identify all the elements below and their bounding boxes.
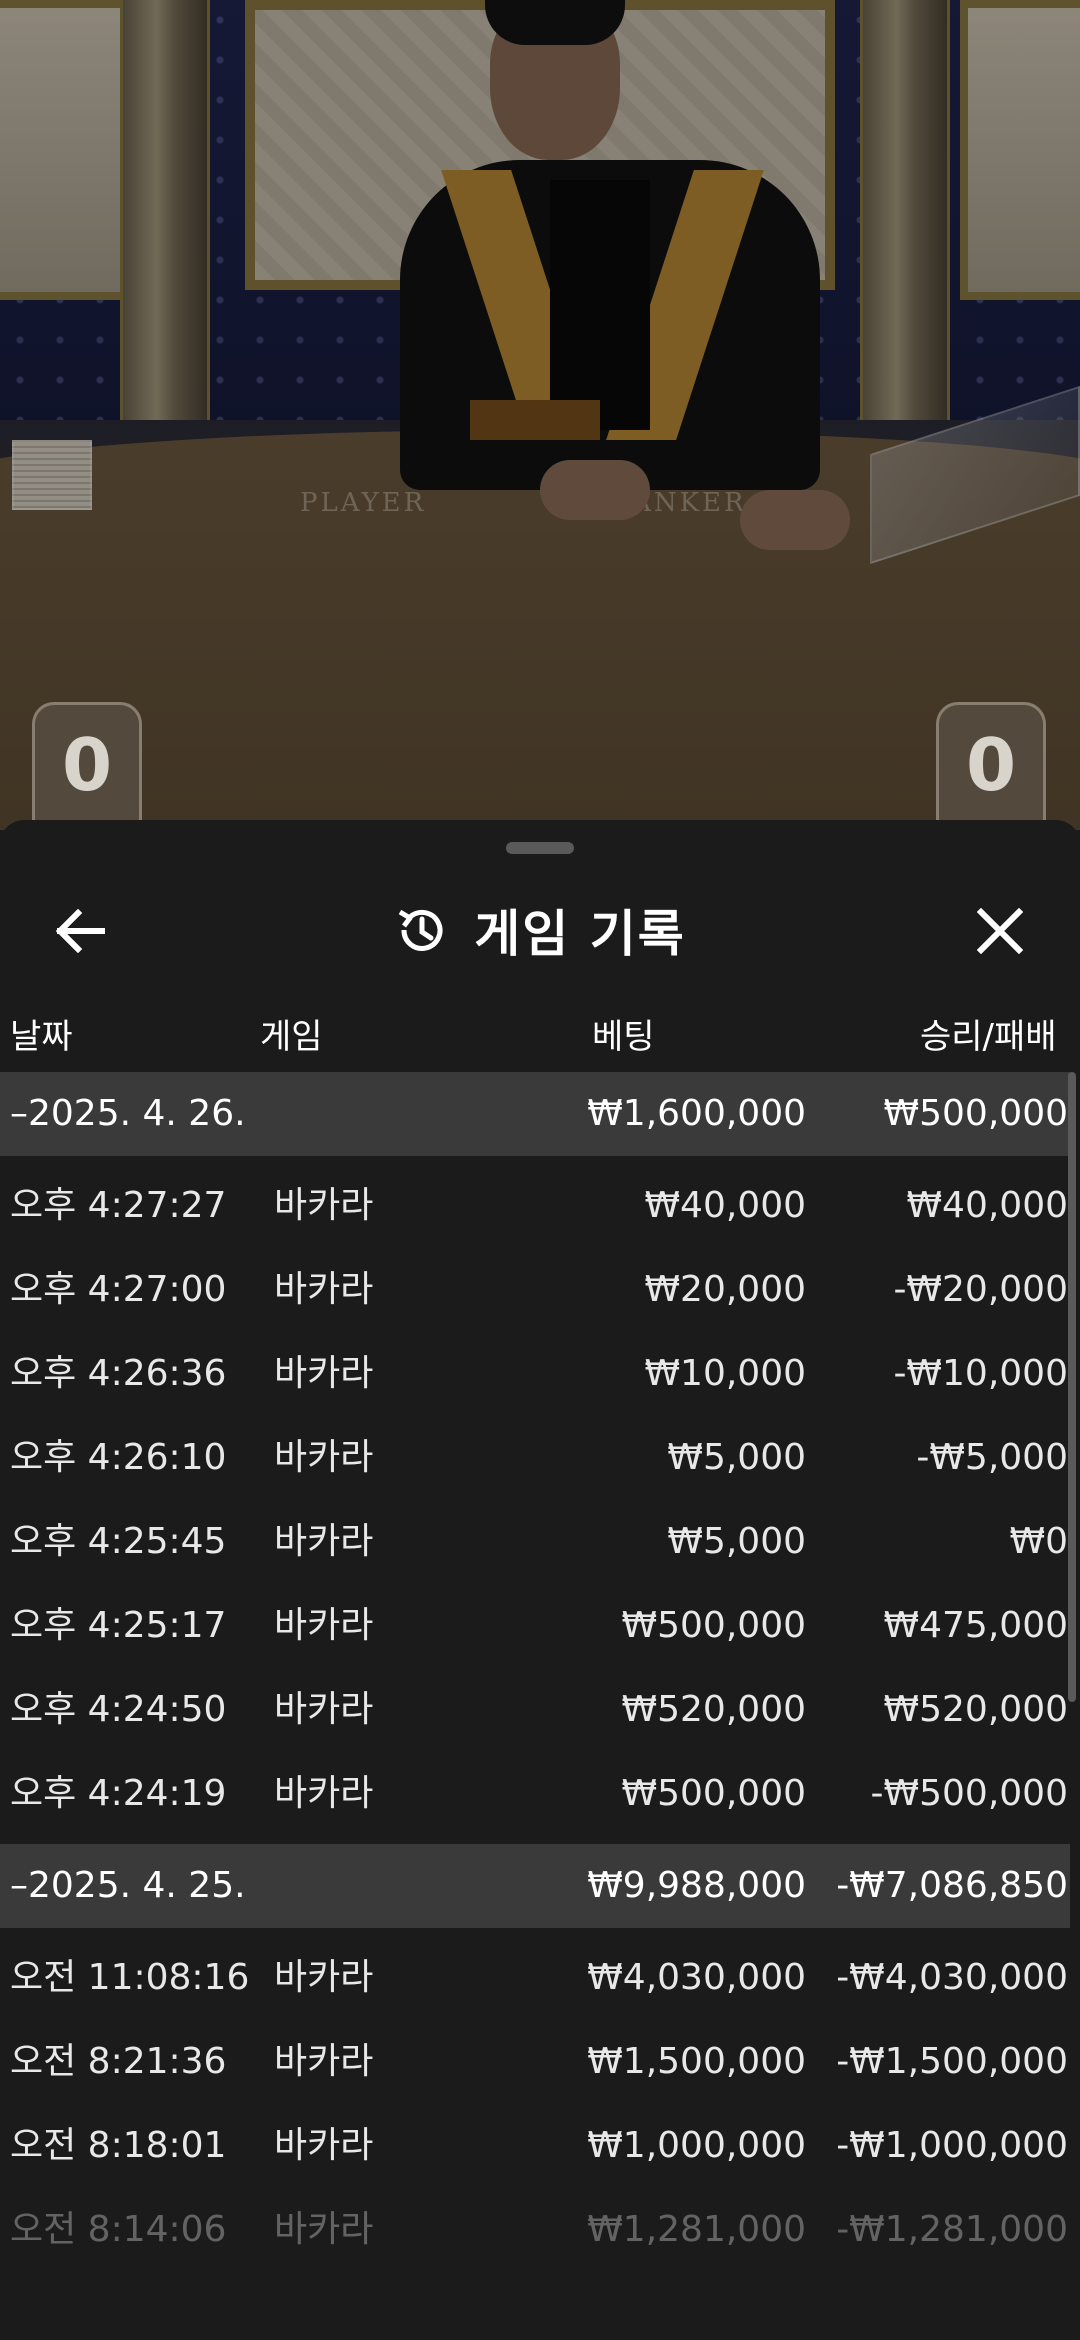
row-game: 바카라 [274,1605,374,1646]
table-row[interactable]: 오전 8:18:01 바카라 ₩1,000,000 -₩1,000,000 [0,2104,1070,2188]
row-game: 바카라 [274,1269,374,1310]
group-total-bet: ₩1,600,000 [587,1093,806,1134]
date-group-header[interactable]: –2025. 4. 26. ₩1,600,000 ₩500,000 [0,1072,1070,1156]
scrollbar[interactable] [1068,1072,1076,1702]
row-bet: ₩5,000 [667,1521,806,1562]
row-game: 바카라 [274,1353,374,1394]
sheet-drag-handle[interactable] [506,842,574,854]
row-bet: ₩500,000 [621,1773,806,1814]
table-row[interactable]: 오후 4:26:10 바카라 ₩5,000 -₩5,000 [0,1416,1070,1500]
row-bet: ₩5,000 [667,1437,806,1478]
sheet-title-group: 게임 기록 [0,890,1080,970]
page-title: 게임 기록 [474,905,686,963]
row-result: -₩20,000 [893,1269,1068,1310]
column-header-date: 날짜 [10,1017,73,1057]
group-total-result: ₩500,000 [883,1093,1068,1134]
table-row[interactable]: 오후 4:24:19 바카라 ₩500,000 -₩500,000 [0,1752,1070,1836]
row-game: 바카라 [274,1773,374,1814]
column-header-result: 승리/패배 [920,1017,1057,1057]
row-result: -₩500,000 [870,1773,1068,1814]
table-row[interactable]: 오후 4:24:50 바카라 ₩520,000 ₩520,000 [0,1668,1070,1752]
row-time: 오후 4:25:17 [10,1605,227,1646]
row-game: 바카라 [274,1185,374,1226]
row-bet: ₩4,030,000 [587,1957,806,1998]
row-time: 오후 4:25:45 [10,1521,227,1562]
game-history-sheet: 게임 기록 날짜 게임 베팅 승리/패배 –2025. 4. 26. ₩1,60… [0,820,1080,2340]
row-time: 오후 4:24:19 [10,1773,227,1814]
table-row[interactable]: 오전 11:08:16 바카라 ₩4,030,000 -₩4,030,000 [0,1936,1070,2020]
row-time: 오전 8:14:06 [10,2209,227,2250]
row-result: -₩4,030,000 [836,1957,1068,1998]
group-date: –2025. 4. 26. [10,1093,246,1134]
row-game: 바카라 [274,1957,374,1998]
row-bet: ₩1,281,000 [587,2209,806,2250]
row-result: -₩1,000,000 [836,2125,1068,2166]
close-icon [977,908,1023,954]
date-group-header[interactable]: –2025. 4. 25. ₩9,988,000 -₩7,086,850 [0,1844,1070,1928]
row-time: 오후 4:24:50 [10,1689,227,1730]
column-header-game: 게임 [260,1017,323,1057]
row-time: 오후 4:27:00 [10,1269,227,1310]
row-time: 오전 8:18:01 [10,2125,227,2166]
table-row[interactable]: 오전 8:14:06 바카라 ₩1,281,000 -₩1,281,000 [0,2188,1070,2272]
table-row[interactable]: 오후 4:25:45 바카라 ₩5,000 ₩0 [0,1500,1070,1584]
group-rows: 오후 4:27:27 바카라 ₩40,000 ₩40,000 오후 4:27:0… [0,1156,1070,1844]
group-rows: 오전 11:08:16 바카라 ₩4,030,000 -₩4,030,000 오… [0,1928,1070,2280]
row-game: 바카라 [274,2125,374,2166]
video-dim-overlay [0,0,1080,830]
row-game: 바카라 [274,2209,374,2250]
row-bet: ₩10,000 [644,1353,806,1394]
row-result: -₩5,000 [916,1437,1068,1478]
row-result: ₩0 [1009,1521,1069,1562]
row-bet: ₩500,000 [621,1605,806,1646]
table-row[interactable]: 오후 4:27:27 바카라 ₩40,000 ₩40,000 [0,1164,1070,1248]
table-row[interactable]: 오후 4:26:36 바카라 ₩10,000 -₩10,000 [0,1332,1070,1416]
row-result: ₩40,000 [906,1185,1068,1226]
row-result: -₩1,500,000 [836,2041,1068,2082]
table-row[interactable]: 오후 4:27:00 바카라 ₩20,000 -₩20,000 [0,1248,1070,1332]
player-score: 0 [32,702,142,830]
row-bet: ₩520,000 [621,1689,806,1730]
row-result: ₩520,000 [883,1689,1068,1730]
table-row[interactable]: 오전 8:21:36 바카라 ₩1,500,000 -₩1,500,000 [0,2020,1070,2104]
row-time: 오후 4:27:27 [10,1185,227,1226]
row-time: 오전 11:08:16 [10,1957,250,1998]
banker-score: 0 [936,702,1046,830]
row-game: 바카라 [274,1689,374,1730]
history-table[interactable]: –2025. 4. 26. ₩1,600,000 ₩500,000 오후 4:2… [0,1072,1070,2280]
row-game: 바카라 [274,2041,374,2082]
row-time: 오전 8:21:36 [10,2041,227,2082]
history-icon [398,909,443,951]
row-bet: ₩1,500,000 [587,2041,806,2082]
close-button[interactable] [960,896,1040,966]
row-time: 오후 4:26:10 [10,1437,227,1478]
table-row[interactable]: 오후 4:25:17 바카라 ₩500,000 ₩475,000 [0,1584,1070,1668]
row-game: 바카라 [274,1521,374,1562]
group-total-bet: ₩9,988,000 [587,1865,806,1906]
sheet-header: 게임 기록 [0,872,1080,992]
row-bet: ₩40,000 [644,1185,806,1226]
row-bet: ₩1,000,000 [587,2125,806,2166]
row-game: 바카라 [274,1437,374,1478]
column-header-bet: 베팅 [592,1017,655,1057]
live-video-feed: PLAYER BANKER 0 0 [0,0,1080,830]
row-result: ₩475,000 [883,1605,1068,1646]
group-total-result: -₩7,086,850 [836,1865,1068,1906]
group-date: –2025. 4. 25. [10,1865,246,1906]
row-result: -₩1,281,000 [836,2209,1068,2250]
row-result: -₩10,000 [893,1353,1068,1394]
row-bet: ₩20,000 [644,1269,806,1310]
row-time: 오후 4:26:36 [10,1353,227,1394]
